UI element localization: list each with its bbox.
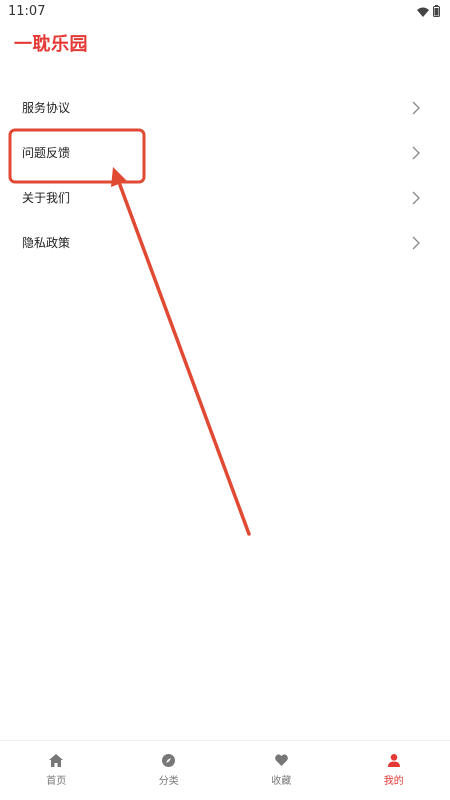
wifi-icon (417, 2, 429, 21)
tab-label: 首页 (46, 776, 67, 787)
user-icon (387, 753, 401, 767)
chevron-right-icon (412, 101, 420, 115)
chevron-right-icon (412, 236, 420, 250)
compass-icon (162, 753, 176, 767)
bottom-tab-bar: 首页 分类 收藏 我的 (0, 740, 450, 800)
menu-item-label: 关于我们 (22, 191, 71, 205)
tab-label: 分类 (158, 776, 179, 787)
chevron-right-icon (412, 146, 420, 160)
settings-menu: 服务协议 问题反馈 关于我们 隐私政策 (0, 85, 450, 265)
status-icons (417, 2, 440, 21)
tab-mine[interactable]: 我的 (338, 741, 450, 800)
tab-category[interactable]: 分类 (113, 741, 226, 800)
app-title: 一耽乐园 (14, 34, 88, 55)
tab-favorites[interactable]: 收藏 (225, 741, 338, 800)
menu-item-label: 服务协议 (22, 101, 71, 115)
tab-label: 收藏 (271, 776, 292, 787)
menu-item-about-us[interactable]: 关于我们 (0, 175, 450, 220)
battery-icon (433, 2, 440, 21)
status-time: 11:07 (8, 3, 46, 19)
menu-item-label: 问题反馈 (22, 146, 71, 160)
status-bar: 11:07 (0, 0, 450, 22)
menu-item-privacy-policy[interactable]: 隐私政策 (0, 220, 450, 265)
tab-home[interactable]: 首页 (0, 741, 113, 800)
heart-icon (274, 753, 288, 767)
menu-item-feedback[interactable]: 问题反馈 (0, 130, 450, 175)
chevron-right-icon (412, 191, 420, 205)
app-header: 一耽乐园 (14, 30, 88, 56)
tab-label: 我的 (383, 776, 404, 787)
menu-item-service-agreement[interactable]: 服务协议 (0, 85, 450, 130)
home-icon (49, 753, 64, 767)
menu-item-label: 隐私政策 (22, 236, 71, 250)
